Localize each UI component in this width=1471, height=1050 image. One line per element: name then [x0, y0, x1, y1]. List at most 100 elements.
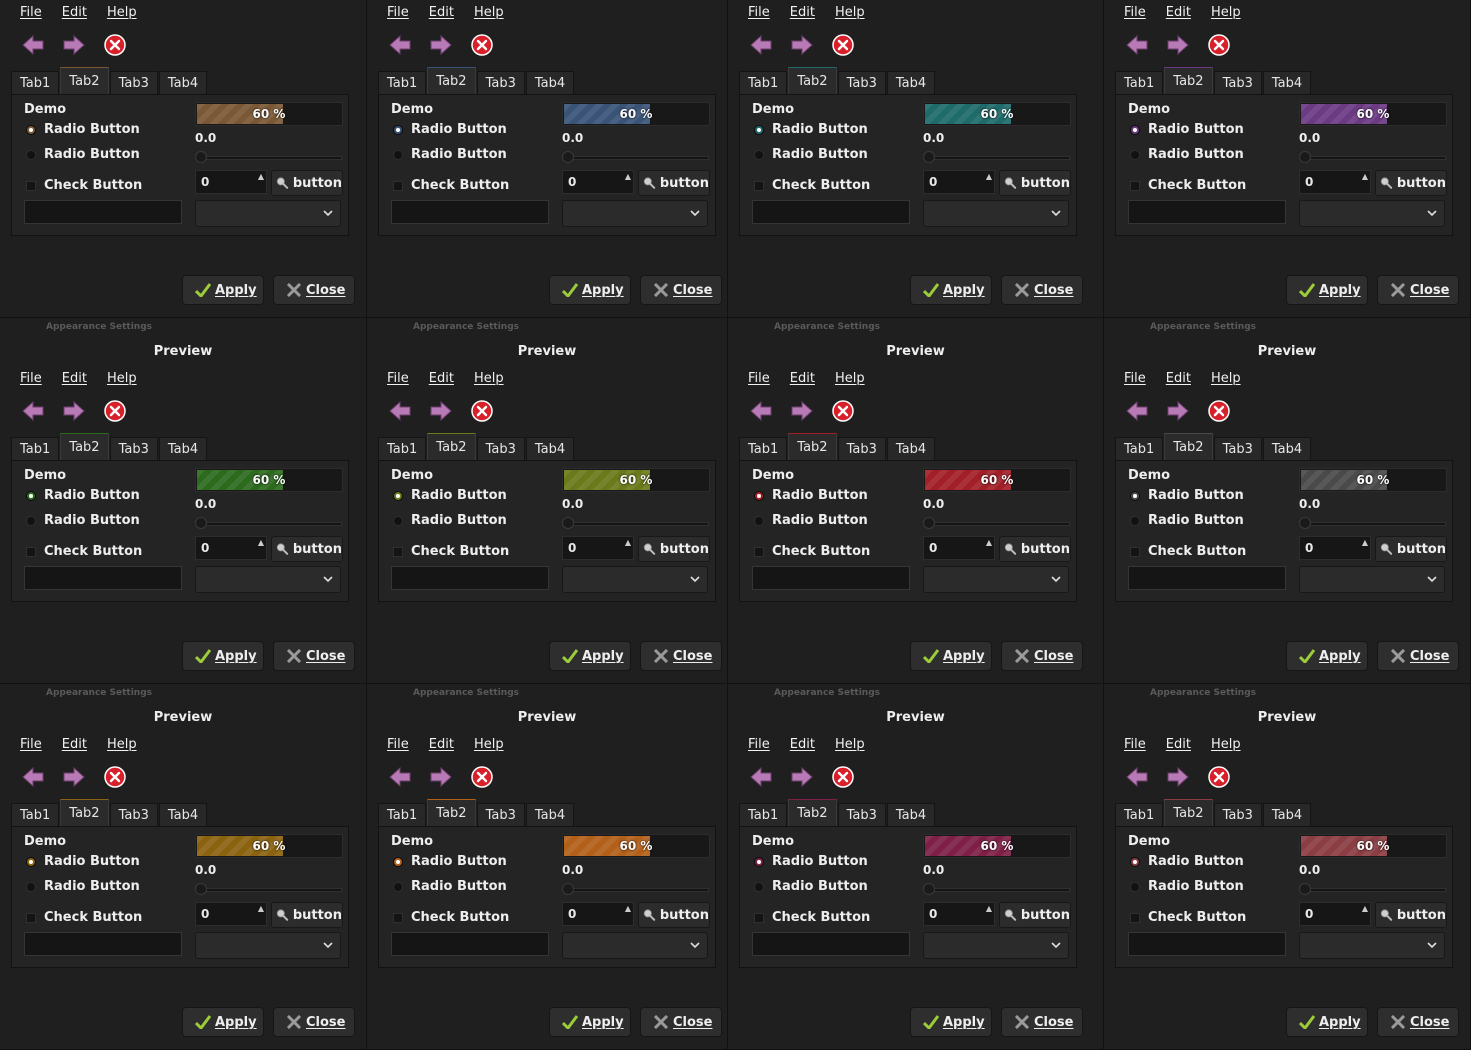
radio-button-2[interactable]: Radio Button [26, 513, 140, 528]
close-button[interactable]: Close [640, 641, 722, 671]
radio-button-2[interactable]: Radio Button [26, 879, 140, 894]
spin-button[interactable]: 0 ▲ [923, 902, 995, 926]
apply-button[interactable]: Apply [549, 275, 631, 305]
tab-3[interactable]: Tab3 [1213, 71, 1262, 94]
stop-button[interactable] [1206, 32, 1232, 58]
tab-3[interactable]: Tab3 [1213, 437, 1262, 460]
menu-file[interactable]: File [1124, 737, 1146, 755]
spin-button[interactable]: 0 ▲ [923, 536, 995, 560]
tab-3[interactable]: Tab3 [476, 71, 525, 94]
menu-file[interactable]: File [748, 371, 770, 389]
text-entry[interactable] [1128, 566, 1286, 590]
scale-handle[interactable] [1299, 517, 1311, 529]
menu-file[interactable]: File [748, 5, 770, 23]
forward-button[interactable] [1165, 32, 1191, 58]
scale-track[interactable] [199, 522, 342, 526]
back-button[interactable] [748, 764, 774, 790]
tab-1[interactable]: Tab1 [739, 803, 788, 826]
tab-4[interactable]: Tab4 [525, 437, 575, 460]
spin-up-icon[interactable]: ▲ [1362, 538, 1368, 547]
combo-box[interactable] [195, 200, 341, 227]
scale-handle[interactable] [562, 517, 574, 529]
spin-up-icon[interactable]: ▲ [258, 538, 264, 547]
back-button[interactable] [748, 398, 774, 424]
scale-handle[interactable] [562, 151, 574, 163]
tab-1[interactable]: Tab1 [378, 803, 427, 826]
spin-up-icon[interactable]: ▲ [1362, 904, 1368, 913]
radio-button-2[interactable]: Radio Button [1130, 879, 1244, 894]
spin-button[interactable]: 0 ▲ [1299, 902, 1371, 926]
radio-button-1[interactable]: Radio Button [1130, 854, 1244, 869]
radio-button-2[interactable]: Radio Button [393, 879, 507, 894]
scale-track[interactable] [927, 522, 1070, 526]
radio-button-1[interactable]: Radio Button [1130, 122, 1244, 137]
tab-1[interactable]: Tab1 [378, 437, 427, 460]
forward-button[interactable] [789, 764, 815, 790]
forward-button[interactable] [61, 764, 87, 790]
menu-help[interactable]: Help [474, 371, 504, 389]
tab-2[interactable]: Tab2 [788, 433, 837, 460]
apply-button[interactable]: Apply [182, 641, 264, 671]
scale-handle[interactable] [1299, 151, 1311, 163]
tab-2[interactable]: Tab2 [427, 433, 476, 460]
apply-button[interactable]: Apply [182, 1007, 264, 1037]
menu-edit[interactable]: Edit [790, 5, 815, 23]
combo-box[interactable] [562, 566, 708, 593]
tab-1[interactable]: Tab1 [11, 803, 60, 826]
close-button[interactable]: Close [640, 275, 722, 305]
check-button[interactable]: Check Button [393, 910, 509, 925]
combo-box[interactable] [1299, 932, 1445, 959]
check-button[interactable]: Check Button [26, 544, 142, 559]
combo-box[interactable] [195, 566, 341, 593]
search-button[interactable]: button [271, 902, 343, 928]
apply-button[interactable]: Apply [1286, 641, 1368, 671]
menu-file[interactable]: File [748, 737, 770, 755]
scale-track[interactable] [927, 888, 1070, 892]
menu-file[interactable]: File [20, 5, 42, 23]
search-button[interactable]: button [1375, 902, 1447, 928]
tab-4[interactable]: Tab4 [886, 437, 936, 460]
menu-edit[interactable]: Edit [790, 371, 815, 389]
tab-4[interactable]: Tab4 [158, 437, 208, 460]
search-button[interactable]: button [271, 170, 343, 196]
radio-button-2[interactable]: Radio Button [754, 879, 868, 894]
spin-button[interactable]: 0 ▲ [195, 536, 267, 560]
search-button[interactable]: button [999, 170, 1071, 196]
text-entry[interactable] [391, 200, 549, 224]
tab-1[interactable]: Tab1 [739, 437, 788, 460]
scale-track[interactable] [199, 888, 342, 892]
tab-4[interactable]: Tab4 [158, 803, 208, 826]
close-button[interactable]: Close [273, 1007, 355, 1037]
tab-2[interactable]: Tab2 [788, 67, 837, 94]
stop-button[interactable] [830, 764, 856, 790]
radio-button-1[interactable]: Radio Button [26, 488, 140, 503]
spin-button[interactable]: 0 ▲ [195, 170, 267, 194]
text-entry[interactable] [24, 200, 182, 224]
menu-file[interactable]: File [387, 5, 409, 23]
tab-4[interactable]: Tab4 [886, 803, 936, 826]
tab-1[interactable]: Tab1 [11, 437, 60, 460]
tab-3[interactable]: Tab3 [837, 71, 886, 94]
radio-button-1[interactable]: Radio Button [393, 488, 507, 503]
radio-button-1[interactable]: Radio Button [1130, 488, 1244, 503]
text-entry[interactable] [752, 566, 910, 590]
forward-button[interactable] [789, 32, 815, 58]
spin-up-icon[interactable]: ▲ [625, 538, 631, 547]
tab-1[interactable]: Tab1 [378, 71, 427, 94]
back-button[interactable] [20, 764, 46, 790]
scale-handle[interactable] [1299, 883, 1311, 895]
radio-button-1[interactable]: Radio Button [26, 854, 140, 869]
menu-help[interactable]: Help [835, 371, 865, 389]
close-button[interactable]: Close [1001, 275, 1083, 305]
apply-button[interactable]: Apply [910, 641, 992, 671]
menu-file[interactable]: File [20, 737, 42, 755]
close-button[interactable]: Close [273, 641, 355, 671]
combo-box[interactable] [562, 200, 708, 227]
radio-button-2[interactable]: Radio Button [393, 147, 507, 162]
scale-track[interactable] [566, 888, 709, 892]
combo-box[interactable] [1299, 200, 1445, 227]
back-button[interactable] [1124, 398, 1150, 424]
check-button[interactable]: Check Button [1130, 910, 1246, 925]
tab-3[interactable]: Tab3 [109, 71, 158, 94]
spin-button[interactable]: 0 ▲ [562, 536, 634, 560]
